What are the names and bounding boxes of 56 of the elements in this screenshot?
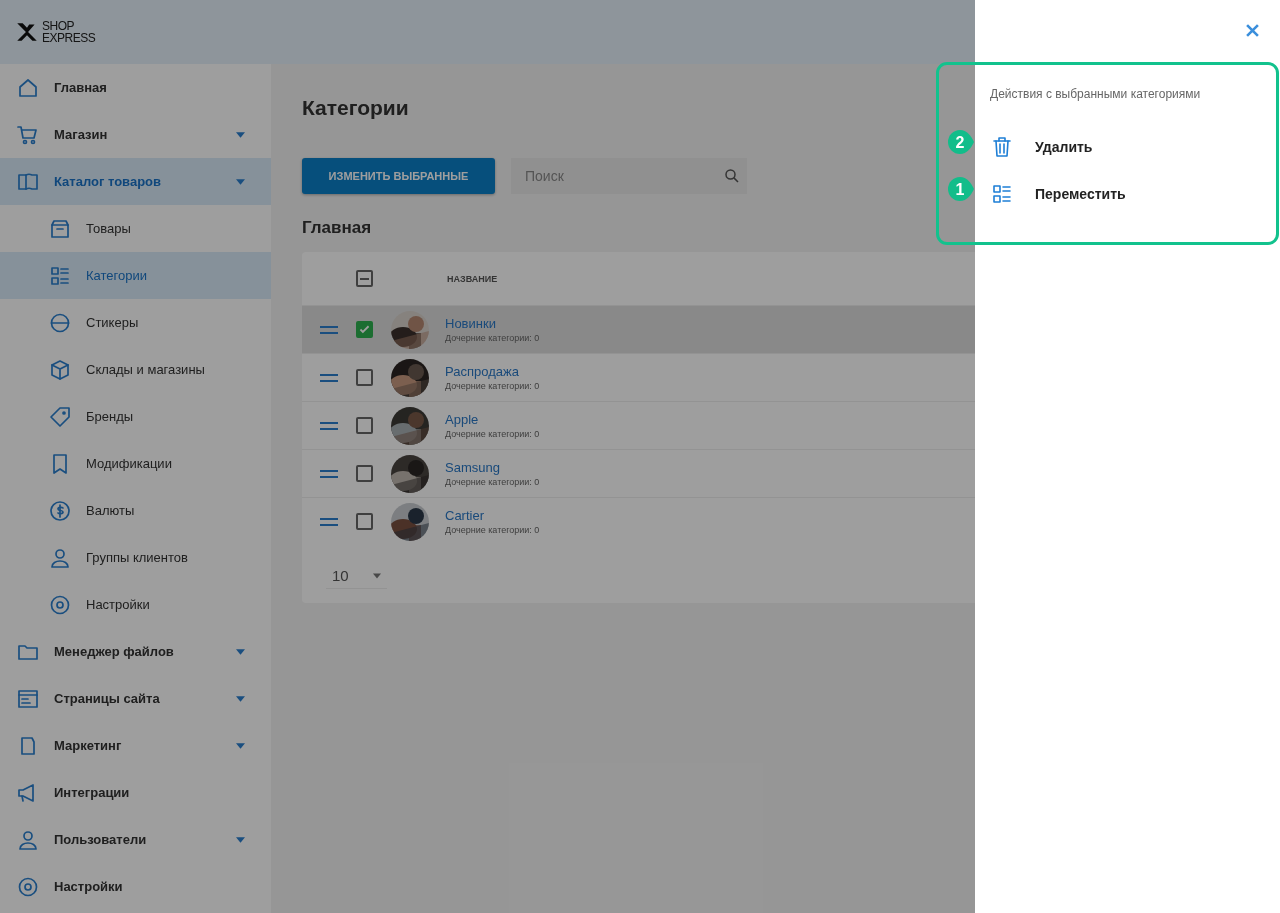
- nav-item[interactable]: Менеджер файлов: [0, 628, 271, 675]
- nav-icon: [48, 404, 72, 429]
- nav-item[interactable]: Пользователи: [0, 816, 271, 863]
- drag-handle-icon[interactable]: [320, 373, 338, 382]
- nav-item[interactable]: Товары: [0, 205, 271, 252]
- nav-item[interactable]: Склады и магазины: [0, 346, 271, 393]
- nav-item[interactable]: Маркетинг: [0, 722, 271, 769]
- nav-item[interactable]: Главная: [0, 64, 271, 111]
- category-subtitle: Дочерние категории: 0: [445, 333, 540, 343]
- checkbox[interactable]: [356, 513, 373, 530]
- search-field[interactable]: Поиск: [511, 158, 747, 194]
- search-icon[interactable]: [723, 167, 741, 185]
- nav-item[interactable]: Магазин: [0, 111, 271, 158]
- nav-item[interactable]: Группы клиентов: [0, 534, 271, 581]
- checkbox[interactable]: [356, 321, 373, 338]
- category-link[interactable]: Apple: [445, 412, 540, 427]
- checkbox[interactable]: [356, 465, 373, 482]
- nav-icon: [48, 357, 72, 382]
- category-subtitle: Дочерние категории: 0: [445, 477, 540, 487]
- category-link[interactable]: Распродажа: [445, 364, 540, 379]
- drag-handle-icon[interactable]: [320, 469, 338, 478]
- category-link[interactable]: Samsung: [445, 460, 540, 475]
- drawer-heading: Действия с выбранными категориями: [990, 87, 1202, 101]
- page-size-select[interactable]: 10: [326, 563, 387, 589]
- category-subtitle: Дочерние категории: 0: [445, 381, 540, 391]
- drag-handle-icon[interactable]: [320, 325, 338, 334]
- nav-item[interactable]: Модификации: [0, 440, 271, 487]
- nav-item[interactable]: Валюты: [0, 487, 271, 534]
- action-item[interactable]: Удалить: [990, 123, 1280, 170]
- drag-handle-icon[interactable]: [320, 421, 338, 430]
- nav-item[interactable]: Бренды: [0, 393, 271, 440]
- column-header: НАЗВАНИЕ: [447, 273, 498, 284]
- page-title: Категории: [302, 96, 410, 121]
- caret-icon: [372, 572, 381, 579]
- checkbox[interactable]: [356, 270, 373, 287]
- section-title: Главная: [302, 218, 373, 239]
- action-item[interactable]: Переместить: [990, 170, 1280, 217]
- close-icon[interactable]: [1246, 24, 1259, 37]
- drag-handle-icon[interactable]: [320, 517, 338, 526]
- nav-item[interactable]: Интеграции: [0, 769, 271, 816]
- category-link[interactable]: Cartier: [445, 508, 540, 523]
- nav-item[interactable]: Настройки: [0, 581, 271, 628]
- checkbox[interactable]: [356, 417, 373, 434]
- trash-icon: [990, 134, 1014, 159]
- logo-text: SHOP EXPRESS: [42, 20, 96, 44]
- checkbox[interactable]: [356, 369, 373, 386]
- nav-item[interactable]: Страницы сайта: [0, 675, 271, 722]
- check-icon: [358, 323, 371, 336]
- edit-selected-button[interactable]: ИЗМЕНИТЬ ВЫБРАННЫЕ: [302, 158, 495, 194]
- category-subtitle: Дочерние категории: 0: [445, 429, 540, 439]
- nav-icon: [48, 498, 72, 523]
- page-size-value: 10: [332, 567, 349, 584]
- nav-item[interactable]: Настройки: [0, 863, 271, 910]
- table-row[interactable]: Новинки Дочерние категории: 0: [302, 305, 975, 353]
- nav-item[interactable]: Стикеры: [0, 299, 271, 346]
- category-subtitle: Дочерние категории: 0: [445, 525, 540, 535]
